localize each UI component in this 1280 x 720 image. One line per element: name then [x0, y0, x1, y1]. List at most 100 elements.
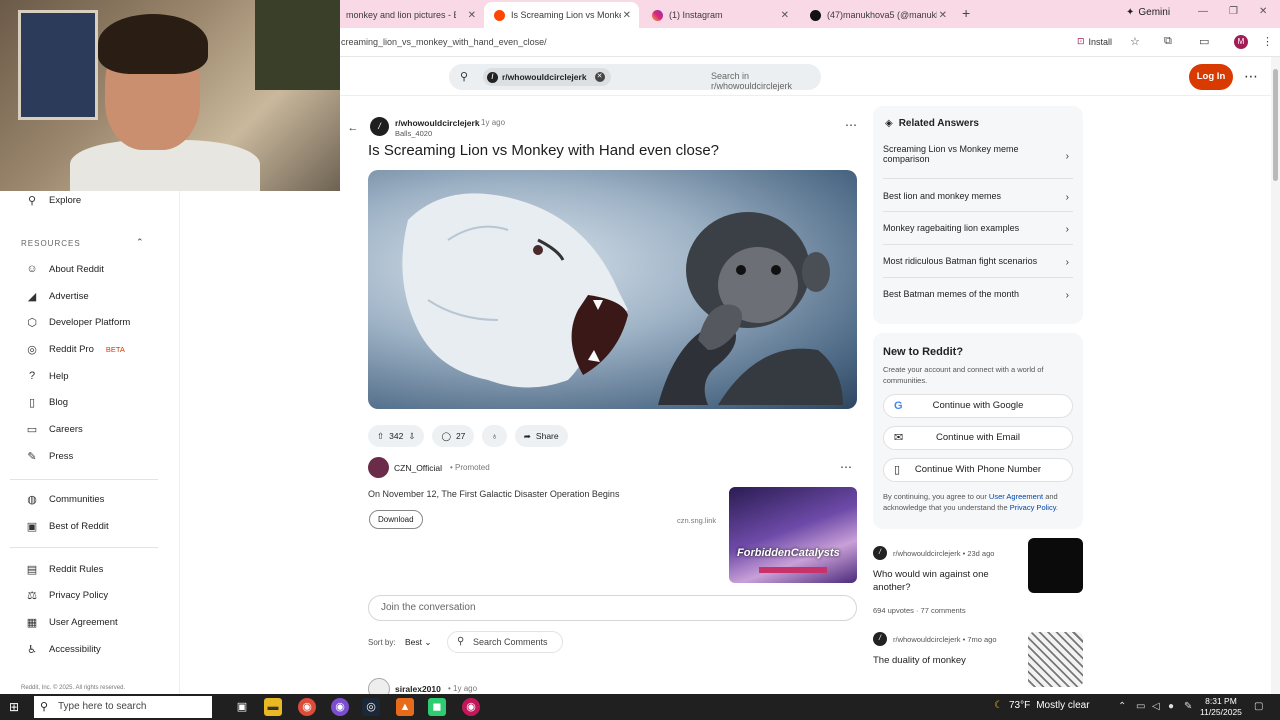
star-icon[interactable]: ☆ — [1130, 35, 1140, 48]
related-answer-item[interactable]: Screaming Lion vs Monkey meme comparison… — [883, 144, 1073, 164]
search-comments-input[interactable]: ⚲ Search Comments — [447, 631, 563, 653]
tab-monkey-lion-pictures[interactable]: monkey and lion pictures - Bus ✕ — [336, 2, 484, 28]
share-button[interactable]: ➦ Share — [514, 425, 568, 447]
network-icon[interactable]: ▭ — [1136, 701, 1145, 712]
microphone-icon[interactable]: ● — [1168, 701, 1174, 712]
tab-label: (47)manukhova5 (@manukhov — [827, 10, 937, 20]
chevron-up-icon[interactable]: ⌃ — [136, 237, 144, 248]
promoted-avatar[interactable] — [368, 457, 389, 478]
post-subreddit[interactable]: r/whowouldcirclejerk — [395, 118, 480, 128]
join-conversation-input[interactable]: Join the conversation — [368, 595, 857, 621]
pen-icon[interactable]: ✎ — [1184, 701, 1192, 712]
close-icon[interactable]: ✕ — [781, 10, 789, 21]
continue-with-phone-button[interactable]: ▯ Continue With Phone Number — [883, 458, 1073, 482]
weather-widget[interactable]: ☾ 73°F Mostly clear — [994, 700, 1090, 711]
more-options-icon[interactable]: ⋯ — [1244, 68, 1258, 85]
extensions-icon[interactable]: ⧉ — [1164, 35, 1172, 48]
profile-avatar[interactable]: M — [1234, 35, 1248, 49]
promoted-more-options-icon[interactable]: ⋯ — [840, 460, 852, 474]
privacy-policy-link[interactable]: Privacy Policy — [1010, 503, 1056, 512]
app-icon[interactable]: ▲ — [396, 698, 414, 716]
sidebar-item-press[interactable]: ✎ Press — [25, 447, 73, 465]
downvote-icon[interactable]: ⇩ — [408, 431, 415, 442]
system-clock[interactable]: 8:31 PM 11/25/2025 — [1200, 696, 1242, 718]
chrome-icon[interactable]: ◉ — [298, 698, 316, 716]
sidebar-item-about-reddit[interactable]: ☺ About Reddit — [25, 260, 104, 278]
subreddit-avatar[interactable]: / — [370, 117, 389, 136]
sidebar-item-careers[interactable]: ▭ Careers — [25, 420, 83, 438]
browser-icon[interactable]: ◉ — [331, 698, 349, 716]
promoted-domain[interactable]: czn.sng.link — [677, 516, 716, 525]
notification-icon[interactable]: ▢ — [1254, 701, 1263, 712]
left-sidebar: ⚲ Explore RESOURCES ⌃ ☺ About Reddit ◢ A… — [0, 191, 180, 696]
upvote-icon[interactable]: ⇧ — [377, 431, 384, 442]
install-button[interactable]: ⊡ Install — [1077, 36, 1112, 47]
post-more-options-icon[interactable]: ⋯ — [845, 118, 857, 132]
sidebar-item-label: Explore — [49, 194, 82, 206]
taskbar-search-input[interactable]: ⚲ Type here to search — [34, 696, 212, 718]
tab-instagram[interactable]: (1) Instagram ✕ — [642, 2, 797, 28]
related-post-subreddit-name: r/whowouldcirclejerk — [893, 549, 961, 558]
close-window-icon[interactable]: ✕ — [1259, 6, 1267, 17]
file-explorer-icon[interactable]: ▬ — [264, 698, 282, 716]
sort-dropdown[interactable]: Best ⌄ — [405, 637, 432, 648]
tab-reddit-post[interactable]: Is Screaming Lion vs Monkey w ✕ — [484, 2, 639, 28]
sidebar-item-privacy-policy[interactable]: ⚖ Privacy Policy — [25, 586, 108, 604]
post-image[interactable] — [368, 170, 857, 409]
sidebar-item-reddit-rules[interactable]: ▤ Reddit Rules — [25, 560, 104, 578]
related-answer-item[interactable]: Most ridiculous Batman fight scenarios › — [883, 256, 1073, 268]
gemini-button[interactable]: ✦ Gemini — [1126, 7, 1170, 18]
task-view-icon[interactable]: ▣ — [233, 698, 251, 716]
award-button[interactable]: ♁ — [482, 425, 507, 447]
reddit-header: ⚲ / r/whowouldcirclejerk ✕ Search in r/w… — [340, 57, 1280, 96]
subreddit-search-chip[interactable]: / r/whowouldcirclejerk ✕ — [483, 68, 611, 86]
sidebar-item-reddit-pro[interactable]: ◎ Reddit Pro BETA — [25, 340, 125, 358]
new-tab-button[interactable]: + — [962, 5, 970, 21]
comment-author[interactable]: siralex2010 — [395, 684, 441, 694]
comments-button[interactable]: ◯ 27 — [432, 425, 475, 447]
scrollbar-thumb[interactable] — [1273, 69, 1278, 181]
active-browser-icon[interactable]: ◉ — [462, 698, 480, 716]
sidebar-item-help[interactable]: ? Help — [25, 367, 69, 385]
tab-tiktok[interactable]: (47)manukhova5 (@manukhov ✕ — [800, 2, 955, 28]
maximize-icon[interactable]: ❐ — [1229, 6, 1238, 17]
close-icon[interactable]: ✕ — [623, 10, 631, 21]
related-answer-item[interactable]: Best Batman memes of the month › — [883, 289, 1073, 301]
sidebar-item-label: Communities — [49, 493, 105, 505]
steam-icon[interactable]: ◎ — [362, 698, 380, 716]
download-button[interactable]: Download — [369, 510, 423, 529]
sidebar-item-advertise[interactable]: ◢ Advertise — [25, 287, 89, 305]
search-bar[interactable]: ⚲ / r/whowouldcirclejerk ✕ Search in r/w… — [449, 64, 821, 91]
url-field[interactable]: creaming_lion_vs_monkey_with_hand_even_c… — [341, 37, 547, 47]
back-arrow-icon[interactable]: ← — [344, 119, 362, 137]
clear-chip-icon[interactable]: ✕ — [594, 72, 605, 82]
sidebar-item-blog[interactable]: ▯ Blog — [25, 393, 68, 411]
cast-icon[interactable]: ▭ — [1199, 35, 1209, 48]
user-agreement-link[interactable]: User Agreement — [989, 492, 1043, 501]
menu-icon[interactable]: ⋮ — [1262, 35, 1273, 48]
continue-with-email-button[interactable]: ✉ Continue with Email — [883, 426, 1073, 450]
chevron-down-icon: ⌄ — [424, 637, 432, 647]
sidebar-item-explore[interactable]: ⚲ Explore — [25, 191, 81, 209]
windows-start-icon[interactable]: ⊞ — [9, 700, 19, 714]
sidebar-item-user-agreement[interactable]: ▦ User Agreement — [25, 613, 118, 631]
sidebar-item-best-of-reddit[interactable]: ▣ Best of Reddit — [25, 517, 109, 535]
related-answer-item[interactable]: Best lion and monkey memes › — [883, 191, 1073, 203]
close-icon[interactable]: ✕ — [939, 10, 947, 21]
game-app-icon[interactable]: ◼ — [428, 698, 446, 716]
sidebar-item-accessibility[interactable]: ♿ Accessibility — [25, 640, 101, 658]
volume-icon[interactable]: ◁ — [1152, 701, 1160, 712]
related-answer-item[interactable]: Monkey ragebaiting lion examples › — [883, 223, 1073, 235]
close-icon[interactable]: ✕ — [468, 10, 476, 21]
minimize-icon[interactable]: — — [1198, 6, 1208, 17]
tray-chevron-icon[interactable]: ⌃ — [1118, 701, 1126, 712]
promoted-image[interactable]: ForbiddenCatalysts — [729, 487, 857, 583]
login-button[interactable]: Log In — [1189, 64, 1233, 90]
page-scrollbar[interactable] — [1271, 57, 1280, 696]
sidebar-item-developer-platform[interactable]: ⬡ Developer Platform — [25, 313, 130, 331]
sidebar-item-communities[interactable]: ◍ Communities — [25, 490, 104, 508]
promoted-author[interactable]: CZN_Official — [394, 463, 442, 473]
continue-with-google-button[interactable]: G Continue with Google — [883, 394, 1073, 418]
post-author[interactable]: Balls_4020 — [395, 129, 432, 138]
promoted-text[interactable]: On November 12, The First Galactic Disas… — [368, 489, 619, 499]
